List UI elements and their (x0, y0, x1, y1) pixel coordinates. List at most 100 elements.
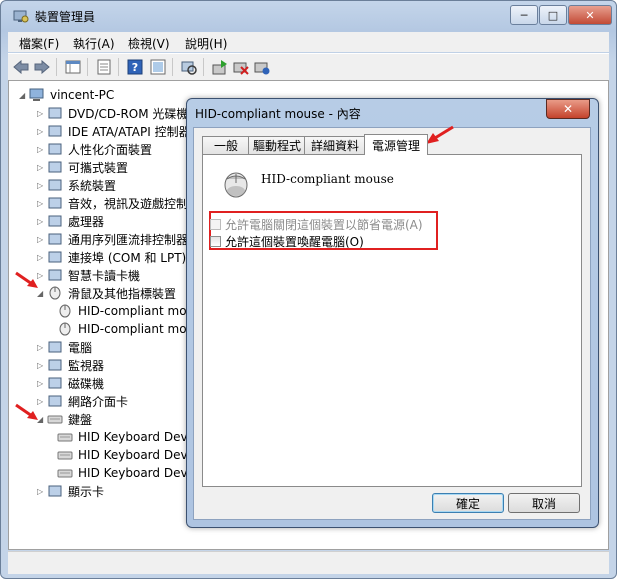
annotation-arrow-keyboard (15, 403, 38, 420)
mouse-icon (57, 322, 73, 336)
system-device-icon (47, 178, 63, 192)
dialog-body: 一般 驅動程式 詳細資料 電源管理 HID-compliant mouse 允許… (193, 125, 591, 520)
expand-triangle-icon[interactable]: ▷ (37, 163, 47, 172)
dialog-title: HID-compliant mouse - 內容 (195, 107, 361, 121)
tree-item[interactable]: ◢ 滑鼠及其他指標裝置 (37, 284, 176, 302)
expand-triangle-icon[interactable]: ▷ (37, 487, 47, 496)
keyboard-icon (57, 430, 73, 444)
ok-button[interactable]: 確定 (432, 493, 504, 513)
collapse-triangle-icon[interactable]: ◢ (19, 91, 29, 100)
tree-item-label: 連接埠 (COM 和 LPT) (68, 250, 187, 265)
tree-item[interactable]: ▷ 監視器 (37, 356, 104, 374)
cancel-button[interactable]: 取消 (508, 493, 580, 513)
tree-item-label: 音效，視訊及遊戲控制器 (68, 196, 201, 211)
tree-item[interactable]: ▷ 音效，視訊及遊戲控制器 (37, 194, 200, 212)
expand-triangle-icon[interactable]: ▷ (37, 109, 47, 118)
mouse-icon (47, 286, 63, 300)
update-driver-icon[interactable] (211, 58, 229, 76)
expand-triangle-icon[interactable]: ▷ (37, 217, 47, 226)
hid-icon (47, 142, 63, 156)
checkbox-allow-wake[interactable] (210, 236, 221, 247)
tree-item[interactable]: ▷ 通用序列匯流排控制器 (37, 230, 188, 248)
properties-dialog: HID-compliant mouse - 內容 ✕ 一般 驅動程式 詳細資料 … (186, 98, 599, 528)
option-allow-turn-off: 允許電腦關閉這個裝置以節省電源(A) (210, 216, 423, 233)
status-bar (8, 551, 609, 574)
help-icon[interactable]: ? (126, 58, 144, 76)
expand-triangle-icon[interactable]: ▷ (37, 253, 47, 262)
tree-item-label: 鍵盤 (68, 412, 93, 427)
option-allow-wake[interactable]: 允許這個裝置喚醒電腦(O) (210, 233, 364, 250)
tree-item[interactable]: ◢ 鍵盤 (37, 410, 92, 428)
tree-item[interactable]: ▷ 可攜式裝置 (37, 158, 128, 176)
expand-triangle-icon[interactable]: ▷ (37, 127, 47, 136)
expand-triangle-icon[interactable]: ▷ (37, 235, 47, 244)
tree-item[interactable]: ▷ DVD/CD-ROM 光碟機 (37, 104, 188, 122)
expand-triangle-icon[interactable]: ▷ (37, 199, 47, 208)
tree-item-label: 處理器 (68, 214, 105, 229)
option-allow-wake-label[interactable]: 允許這個裝置喚醒電腦(O) (225, 233, 364, 250)
mouse-icon (57, 304, 73, 318)
tree-item-label: IDE ATA/ATAPI 控制器 (68, 124, 191, 139)
tab-details[interactable]: 詳細資料 (304, 136, 366, 154)
expand-triangle-icon[interactable]: ▷ (37, 379, 47, 388)
disk-drive-icon (47, 376, 63, 390)
tree-item-label: 通用序列匯流排控制器 (68, 232, 189, 247)
title-bar[interactable]: 裝置管理員 ─ □ ✕ (9, 5, 616, 27)
menu-view[interactable]: 檢視(V) (128, 35, 170, 52)
device-name: HID-compliant mouse (261, 172, 394, 186)
close-button[interactable]: ✕ (568, 5, 612, 25)
svg-text:?: ? (132, 61, 138, 74)
tree-item[interactable]: ▷ IDE ATA/ATAPI 控制器 (37, 122, 191, 140)
expand-triangle-icon[interactable]: ▷ (37, 145, 47, 154)
uninstall-device-icon[interactable] (253, 58, 271, 76)
disable-device-icon[interactable] (232, 58, 250, 76)
document-icon[interactable] (95, 58, 113, 76)
tree-item[interactable]: ▷ 處理器 (37, 212, 104, 230)
tree-item[interactable]: ▷ 連接埠 (COM 和 LPT) (37, 248, 186, 266)
device-manager-icon (13, 8, 29, 24)
properties-grid-icon[interactable] (64, 58, 82, 76)
expand-triangle-icon[interactable]: ▷ (37, 343, 47, 352)
tree-item[interactable]: ▷ 電腦 (37, 338, 92, 356)
tree-item-label: DVD/CD-ROM 光碟機 (68, 106, 189, 121)
tree-child-item[interactable]: HID Keyboard Device (57, 428, 205, 446)
tree-item-label: 顯示卡 (68, 484, 105, 499)
smartcard-reader-icon (47, 268, 63, 282)
tree-item-label: 電腦 (68, 340, 93, 355)
dialog-close-button[interactable]: ✕ (546, 99, 590, 119)
tree-item[interactable]: ▷ 系統裝置 (37, 176, 116, 194)
network-adapter-icon (47, 394, 63, 408)
expand-triangle-icon[interactable]: ▷ (37, 181, 47, 190)
tab-general[interactable]: 一般 (202, 136, 250, 154)
checkbox-allow-turn-off (210, 219, 221, 230)
tree-item[interactable]: ▷ 智慧卡讀卡機 (37, 266, 140, 284)
maximize-button[interactable]: □ (539, 5, 567, 25)
tree-item[interactable]: ▷ 磁碟機 (37, 374, 104, 392)
expand-triangle-icon[interactable]: ▷ (37, 361, 47, 370)
tree-item-label: 可攜式裝置 (68, 160, 129, 175)
scan-hardware-icon[interactable] (180, 58, 198, 76)
menu-file[interactable]: 檔案(F) (19, 35, 59, 52)
forward-icon[interactable] (33, 58, 51, 76)
option-allow-turn-off-label: 允許電腦關閉這個裝置以節省電源(A) (225, 218, 423, 232)
show-hidden-icon[interactable] (149, 58, 167, 76)
tab-power-management[interactable]: 電源管理 (364, 134, 428, 155)
tree-item[interactable]: ▷ 顯示卡 (37, 482, 104, 500)
back-icon[interactable] (12, 58, 30, 76)
tree-child-item[interactable]: HID Keyboard Device (57, 446, 205, 464)
annotation-arrow-mouse (15, 271, 38, 288)
tree-item-label: 磁碟機 (68, 376, 105, 391)
tree-item[interactable]: ▷ 人性化介面裝置 (37, 140, 152, 158)
menu-help[interactable]: 說明(H) (185, 35, 227, 52)
window-title: 裝置管理員 (35, 10, 96, 24)
tab-driver[interactable]: 驅動程式 (248, 136, 306, 154)
menu-action[interactable]: 執行(A) (73, 35, 115, 52)
mouse-icon (220, 169, 252, 202)
minimize-button[interactable]: ─ (510, 5, 538, 25)
tree-root[interactable]: ◢ vincent-PC (19, 86, 114, 104)
power-management-panel: HID-compliant mouse 允許電腦關閉這個裝置以節省電源(A) 允… (202, 154, 582, 487)
tree-item[interactable]: ▷ 網路介面卡 (37, 392, 128, 410)
monitor-icon (47, 358, 63, 372)
toolbar: ? (8, 53, 609, 81)
tree-child-item[interactable]: HID Keyboard Device (57, 464, 205, 482)
